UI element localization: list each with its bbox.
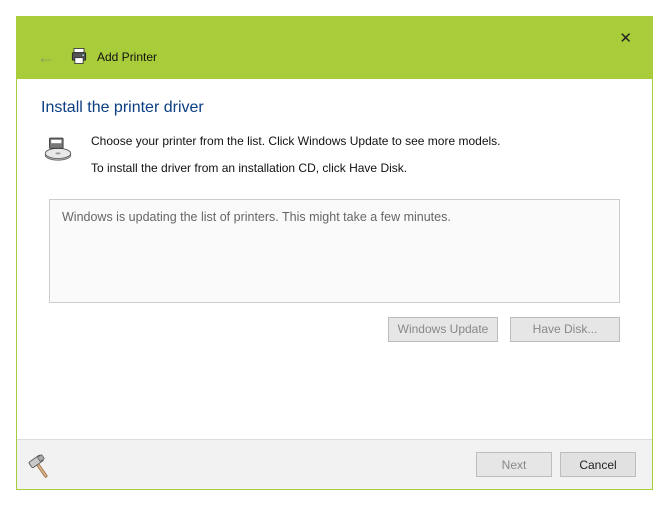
printer-listbox: Windows is updating the list of printers… [49,199,620,303]
hammer-icon [23,450,57,487]
cancel-button[interactable]: Cancel [560,452,636,477]
window-title: Add Printer [97,50,157,64]
list-buttons-row: Windows Update Have Disk... [49,317,620,342]
description-line-2: To install the driver from an installati… [91,160,501,177]
page-heading: Install the printer driver [41,99,628,117]
next-button: Next [476,452,552,477]
close-icon[interactable]: ✕ [611,25,640,51]
back-arrow-icon: ← [37,47,55,68]
printer-icon [69,46,89,69]
status-message: Windows is updating the list of printers… [62,210,451,224]
description-text: Choose your printer from the list. Click… [91,133,501,177]
wizard-window: ← Add Printer ✕ Install the printer driv… [16,16,653,490]
footer: Next Cancel [17,439,652,489]
description-line-1: Choose your printer from the list. Click… [91,133,501,150]
description-row: Choose your printer from the list. Click… [41,133,628,177]
disk-printer-icon [41,133,75,170]
windows-update-button: Windows Update [388,317,498,342]
titlebar: ← Add Printer ✕ [17,17,652,79]
content-area: Install the printer driver Choose your p… [17,79,652,362]
have-disk-button: Have Disk... [510,317,620,342]
